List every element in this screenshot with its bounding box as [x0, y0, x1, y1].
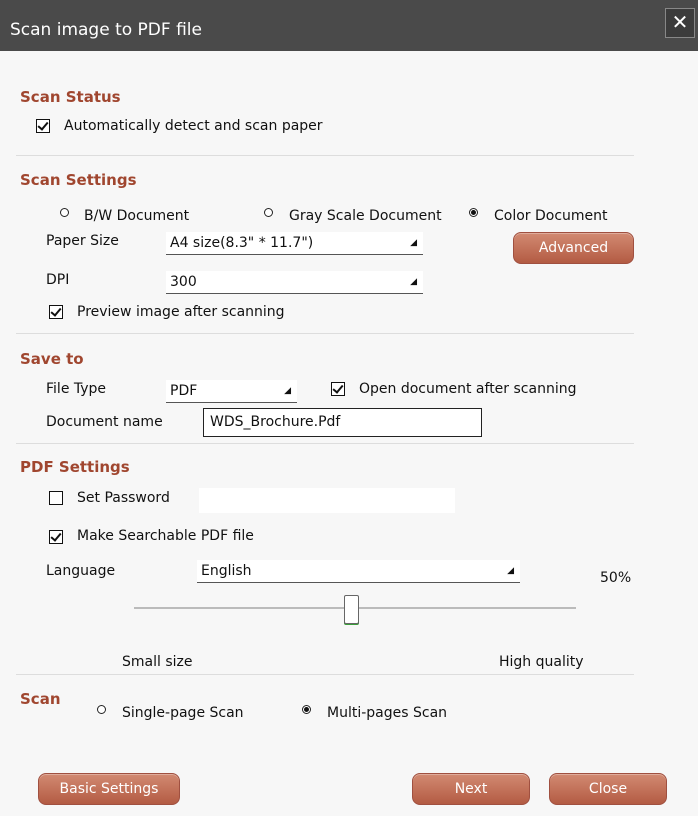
title-bar: Scan image to PDF file ✕ — [0, 0, 698, 51]
open-document-label: Open document after scanning — [359, 381, 577, 397]
document-name-label: Document name — [46, 414, 163, 430]
preview-checkbox[interactable] — [49, 305, 63, 319]
paper-size-value: A4 size(8.3" * 11.7") — [170, 235, 314, 251]
divider — [16, 333, 634, 334]
small-size-label: Small size — [122, 654, 193, 670]
preview-label: Preview image after scanning — [77, 304, 285, 320]
password-input[interactable] — [199, 488, 455, 513]
divider — [16, 674, 634, 675]
high-quality-label: High quality — [499, 654, 584, 670]
paper-size-select[interactable]: A4 size(8.3" * 11.7") ◢ — [166, 232, 423, 255]
scan-status-heading: Scan Status — [20, 88, 121, 106]
dropdown-arrow-icon: ◢ — [507, 566, 514, 576]
grayscale-document-label: Gray Scale Document — [289, 208, 442, 224]
basic-settings-button[interactable]: Basic Settings — [38, 773, 180, 805]
bw-document-label: B/W Document — [84, 208, 190, 224]
document-name-value: WDS_Brochure.Pdf — [210, 414, 341, 430]
divider — [16, 155, 634, 156]
bw-document-radio[interactable] — [60, 208, 69, 217]
next-button[interactable]: Next — [412, 773, 530, 805]
open-document-checkbox[interactable] — [331, 382, 345, 396]
dropdown-arrow-icon: ◢ — [410, 238, 417, 248]
single-page-scan-label: Single-page Scan — [122, 705, 244, 721]
close-window-icon[interactable]: ✕ — [665, 8, 695, 38]
file-type-label: File Type — [46, 381, 107, 397]
dpi-select[interactable]: 300 ◢ — [166, 271, 423, 294]
dropdown-arrow-icon: ◢ — [284, 386, 291, 396]
quality-percent: 50% — [600, 570, 632, 586]
set-password-label: Set Password — [77, 490, 170, 506]
paper-size-label: Paper Size — [46, 233, 119, 249]
dropdown-arrow-icon: ◢ — [410, 277, 417, 287]
searchable-pdf-checkbox[interactable] — [49, 530, 63, 544]
color-document-radio[interactable] — [469, 208, 478, 217]
divider — [16, 443, 634, 444]
scan-heading: Scan — [20, 690, 61, 708]
searchable-pdf-label: Make Searchable PDF file — [77, 528, 254, 544]
auto-detect-label: Automatically detect and scan paper — [64, 118, 323, 134]
set-password-checkbox[interactable] — [49, 491, 63, 505]
file-type-select[interactable]: PDF ◢ — [166, 380, 297, 403]
dpi-label: DPI — [46, 272, 70, 288]
advanced-button[interactable]: Advanced — [513, 232, 634, 264]
single-page-scan-radio[interactable] — [97, 705, 106, 714]
file-type-value: PDF — [170, 383, 198, 399]
color-document-label: Color Document — [494, 208, 608, 224]
close-button[interactable]: Close — [549, 773, 667, 805]
pdf-settings-heading: PDF Settings — [20, 458, 130, 476]
multi-pages-scan-label: Multi-pages Scan — [327, 705, 448, 721]
auto-detect-checkbox[interactable] — [36, 119, 50, 133]
language-select[interactable]: English ◢ — [197, 560, 520, 583]
multi-pages-scan-radio[interactable] — [302, 705, 311, 714]
grayscale-document-radio[interactable] — [264, 208, 273, 217]
language-value: English — [201, 563, 252, 579]
language-label: Language — [46, 563, 116, 579]
quality-slider-thumb[interactable] — [344, 595, 359, 624]
save-to-heading: Save to — [20, 350, 84, 368]
dpi-value: 300 — [170, 274, 197, 290]
scan-settings-heading: Scan Settings — [20, 171, 137, 189]
window-title: Scan image to PDF file — [10, 20, 202, 40]
document-name-input[interactable]: WDS_Brochure.Pdf — [203, 408, 482, 437]
